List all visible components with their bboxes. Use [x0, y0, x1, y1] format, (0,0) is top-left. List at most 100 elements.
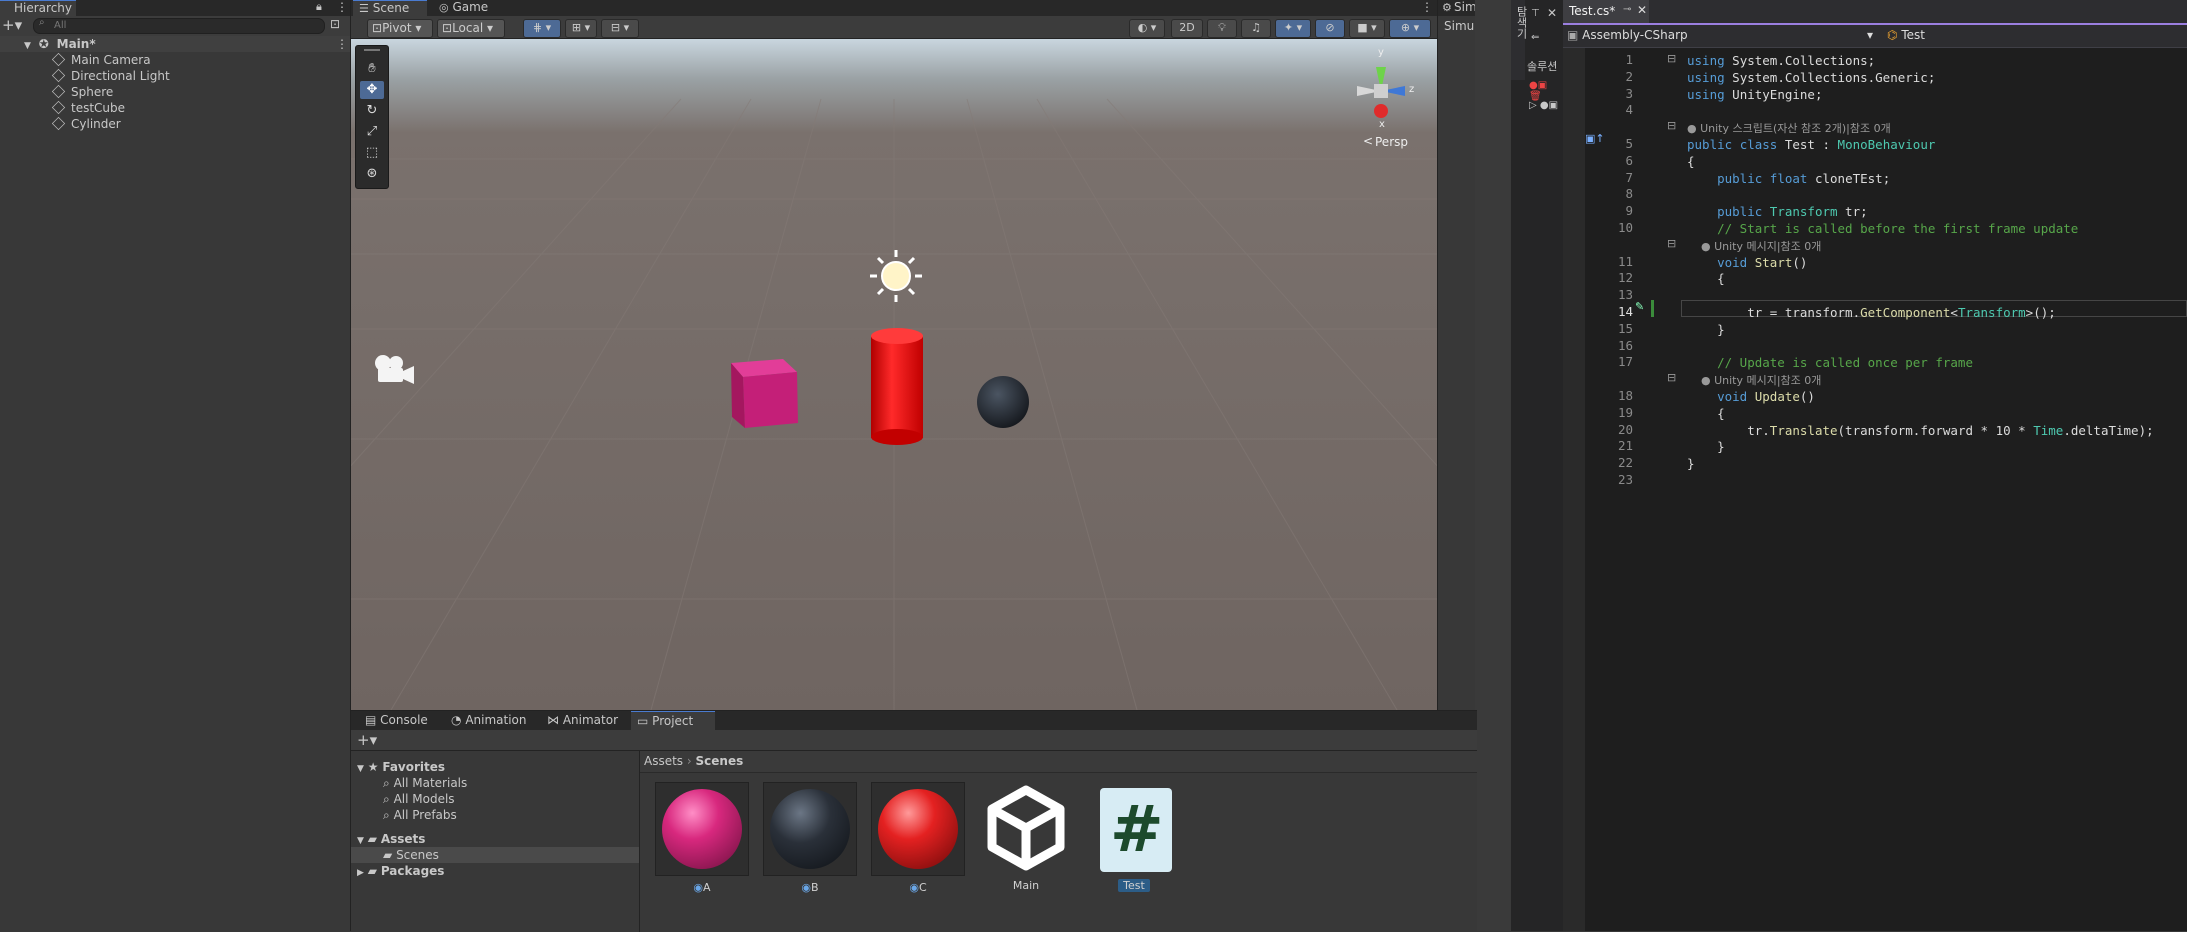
hand-tool-icon[interactable]: ✋︎ [360, 60, 384, 78]
code-line[interactable]: { [1687, 270, 1725, 287]
code-line[interactable]: } [1687, 438, 1725, 455]
asset-script-test[interactable]: # Test [1087, 782, 1181, 893]
asset-scene-main[interactable]: Main [979, 782, 1073, 893]
code-line[interactable]: public float cloneTEst; [1687, 170, 1890, 187]
code-line[interactable]: { [1687, 405, 1725, 422]
mode-2d-button[interactable]: 2D [1171, 19, 1203, 38]
fold-toggle-icon[interactable]: ⊟ [1667, 119, 1676, 132]
asset-material-c[interactable]: ◉C [871, 782, 965, 895]
code-line[interactable]: void Start() [1687, 254, 1807, 271]
code-area[interactable]: ✎ ▣↑ 1 using System.Collections; 2 using Sy… [1563, 48, 2187, 931]
tab-test-cs[interactable]: Test.cs* ⊸ ✕ [1563, 0, 1649, 23]
solution-node-icon[interactable]: ▷ ●▣ [1529, 100, 1558, 111]
expand-arrow-icon[interactable]: ▼ [357, 836, 364, 846]
camera-button[interactable]: ■ ▾ [1349, 19, 1385, 38]
code-line[interactable]: tr.Translate(transform.forward * 10 * Ti… [1687, 422, 2153, 439]
hierarchy-item[interactable]: Sphere [51, 84, 113, 100]
code-line[interactable]: using System.Collections.Generic; [1687, 69, 1935, 86]
code-line[interactable]: void Update() [1687, 388, 1815, 405]
code-line[interactable]: public Transform tr; [1687, 203, 1868, 220]
favorite-item[interactable]: ⌕ All Materials [383, 775, 467, 791]
scale-tool-icon[interactable]: ⤢ [360, 123, 384, 141]
expand-arrow-icon[interactable]: ▼ [357, 764, 364, 774]
expand-arrow-icon[interactable]: ▼ [24, 41, 31, 51]
code-line[interactable]: tr = transform.GetComponent<Transform>()… [1687, 304, 2056, 321]
hierarchy-search[interactable]: ⌕ All [33, 17, 325, 34]
fold-toggle-icon[interactable]: ⊟ [1667, 371, 1676, 384]
favorites-row[interactable]: ▼ ★ Favorites [357, 759, 445, 775]
add-icon[interactable]: +▾ [2, 16, 22, 34]
asset-material-b[interactable]: ◉B [763, 782, 857, 895]
sim-tab-label[interactable]: Sim [1454, 0, 1477, 14]
pin-icon[interactable]: ⊸ [1623, 4, 1631, 15]
hierarchy-item[interactable]: testCube [51, 100, 125, 116]
solution-toolbar-icon[interactable]: ⇐ [1531, 32, 1539, 43]
code-line[interactable]: { [1687, 153, 1695, 170]
transform-tool-icon[interactable]: ⊛ [360, 165, 384, 183]
hierarchy-item[interactable]: Directional Light [51, 68, 170, 84]
tab-project[interactable]: ▭ Project [631, 711, 715, 730]
tab-game[interactable]: ◎ Game [433, 0, 505, 16]
draw-mode-button[interactable]: ◐ ▾ [1129, 19, 1165, 38]
pin-icon[interactable]: ⊤ [1531, 8, 1540, 19]
lighting-button[interactable]: 💡︎ [1207, 19, 1237, 38]
project-dropdown[interactable]: ▣ Assembly-CSharp ▾ [1567, 27, 1877, 44]
hierarchy-item[interactable]: Main Camera [51, 52, 151, 68]
tab-scene[interactable]: ☰ Scene [353, 0, 427, 17]
tab-animator[interactable]: ⋈ Animator [541, 711, 624, 730]
asset-material-a[interactable]: ◉A [655, 782, 749, 895]
tab-animation[interactable]: ◔ Animation [445, 711, 533, 730]
move-tool-icon[interactable]: ✥ [360, 81, 384, 99]
hidden-objects-button[interactable]: ⊘ [1315, 19, 1345, 38]
breadcrumb-assets[interactable]: Assets [644, 754, 683, 768]
close-tab-icon[interactable]: ✕ [1637, 3, 1647, 17]
code-line[interactable]: } [1687, 455, 1695, 472]
hierarchy-item[interactable]: Cylinder [51, 116, 121, 132]
code-line[interactable]: // Update is called once per frame [1687, 354, 1973, 371]
close-icon[interactable]: ✕ [1547, 6, 1557, 20]
code-line[interactable]: ● Unity 메시지|참조 0개 [1687, 237, 1821, 254]
local-dropdown[interactable]: ⊡Local ▾ [437, 19, 505, 38]
fold-toggle-icon[interactable]: ⊟ [1667, 52, 1676, 65]
lock-icon[interactable]: 🔒︎ [316, 0, 322, 14]
favorite-item[interactable]: ⌕ All Prefabs [383, 807, 457, 823]
packages-row[interactable]: ▶ ▰ Packages [357, 863, 444, 879]
code-line[interactable]: public class Test : MonoBehaviour [1687, 136, 1935, 153]
favorite-item[interactable]: ⌕ All Models [383, 791, 455, 807]
create-icon[interactable]: +▾ [357, 730, 377, 750]
code-line[interactable]: ● Unity 스크립트(자산 참조 2개)|참조 0개 [1687, 119, 1891, 136]
rotate-tool-icon[interactable]: ↻ [360, 102, 384, 120]
kebab-menu-icon[interactable]: ⋮ [1421, 0, 1433, 14]
breadcrumb-scenes[interactable]: Scenes [696, 754, 744, 768]
code-line[interactable]: // Start is called before the first fram… [1687, 220, 2078, 237]
scenes-folder-row[interactable]: ▰ Scenes [351, 847, 639, 863]
tab-hierarchy[interactable]: Hierarchy [0, 0, 76, 17]
kebab-menu-icon[interactable]: ⋮ [336, 0, 348, 14]
pivot-dropdown[interactable]: ⊡Pivot ▾ [367, 19, 433, 38]
asset-label: ◉C [909, 881, 927, 894]
search-options-icon[interactable]: ⊡ [330, 17, 340, 31]
effects-button[interactable]: ✦ ▾ [1275, 19, 1311, 38]
grid-visibility-button[interactable]: ⊞ ▾ [565, 19, 597, 38]
increment-snap-button[interactable]: ⊟ ▾ [601, 19, 639, 38]
grid-snap-button[interactable]: ⋕ ▾ [523, 19, 561, 38]
audio-button[interactable]: ♫ [1241, 19, 1271, 38]
palette-grip[interactable] [364, 49, 380, 51]
code-line[interactable]: using UnityEngine; [1687, 86, 1822, 103]
fold-toggle-icon[interactable]: ⊟ [1667, 237, 1676, 250]
code-line[interactable]: ● Unity 메시지|참조 0개 [1687, 371, 1821, 388]
orientation-gizmo[interactable]: y z x Persp < [1341, 47, 1421, 149]
scene-viewport[interactable]: ✋︎ ✥ ↻ ⤢ ⬚ ⊛ y z x Persp < [351, 39, 1437, 710]
vertical-tab[interactable]: 탐색기 [1511, 0, 1528, 80]
scene-menu-icon[interactable]: ⋮ [336, 36, 348, 52]
collapse-arrow-icon[interactable]: ▶ [357, 868, 364, 878]
rect-tool-icon[interactable]: ⬚ [360, 144, 384, 162]
assets-row[interactable]: ▼ ▰ Assets [357, 831, 425, 847]
member-dropdown[interactable]: ⌬ Test [1887, 27, 2177, 44]
tab-console[interactable]: ▤ Console [359, 711, 434, 730]
code-line[interactable]: using System.Collections; [1687, 52, 1875, 69]
gizmos-button[interactable]: ⊕ ▾ [1389, 19, 1431, 38]
code-line[interactable]: } [1687, 321, 1725, 338]
persp-label[interactable]: Persp [1375, 135, 1408, 149]
scene-root-row[interactable]: ▼ ✪ Main* ⋮ [0, 36, 350, 52]
